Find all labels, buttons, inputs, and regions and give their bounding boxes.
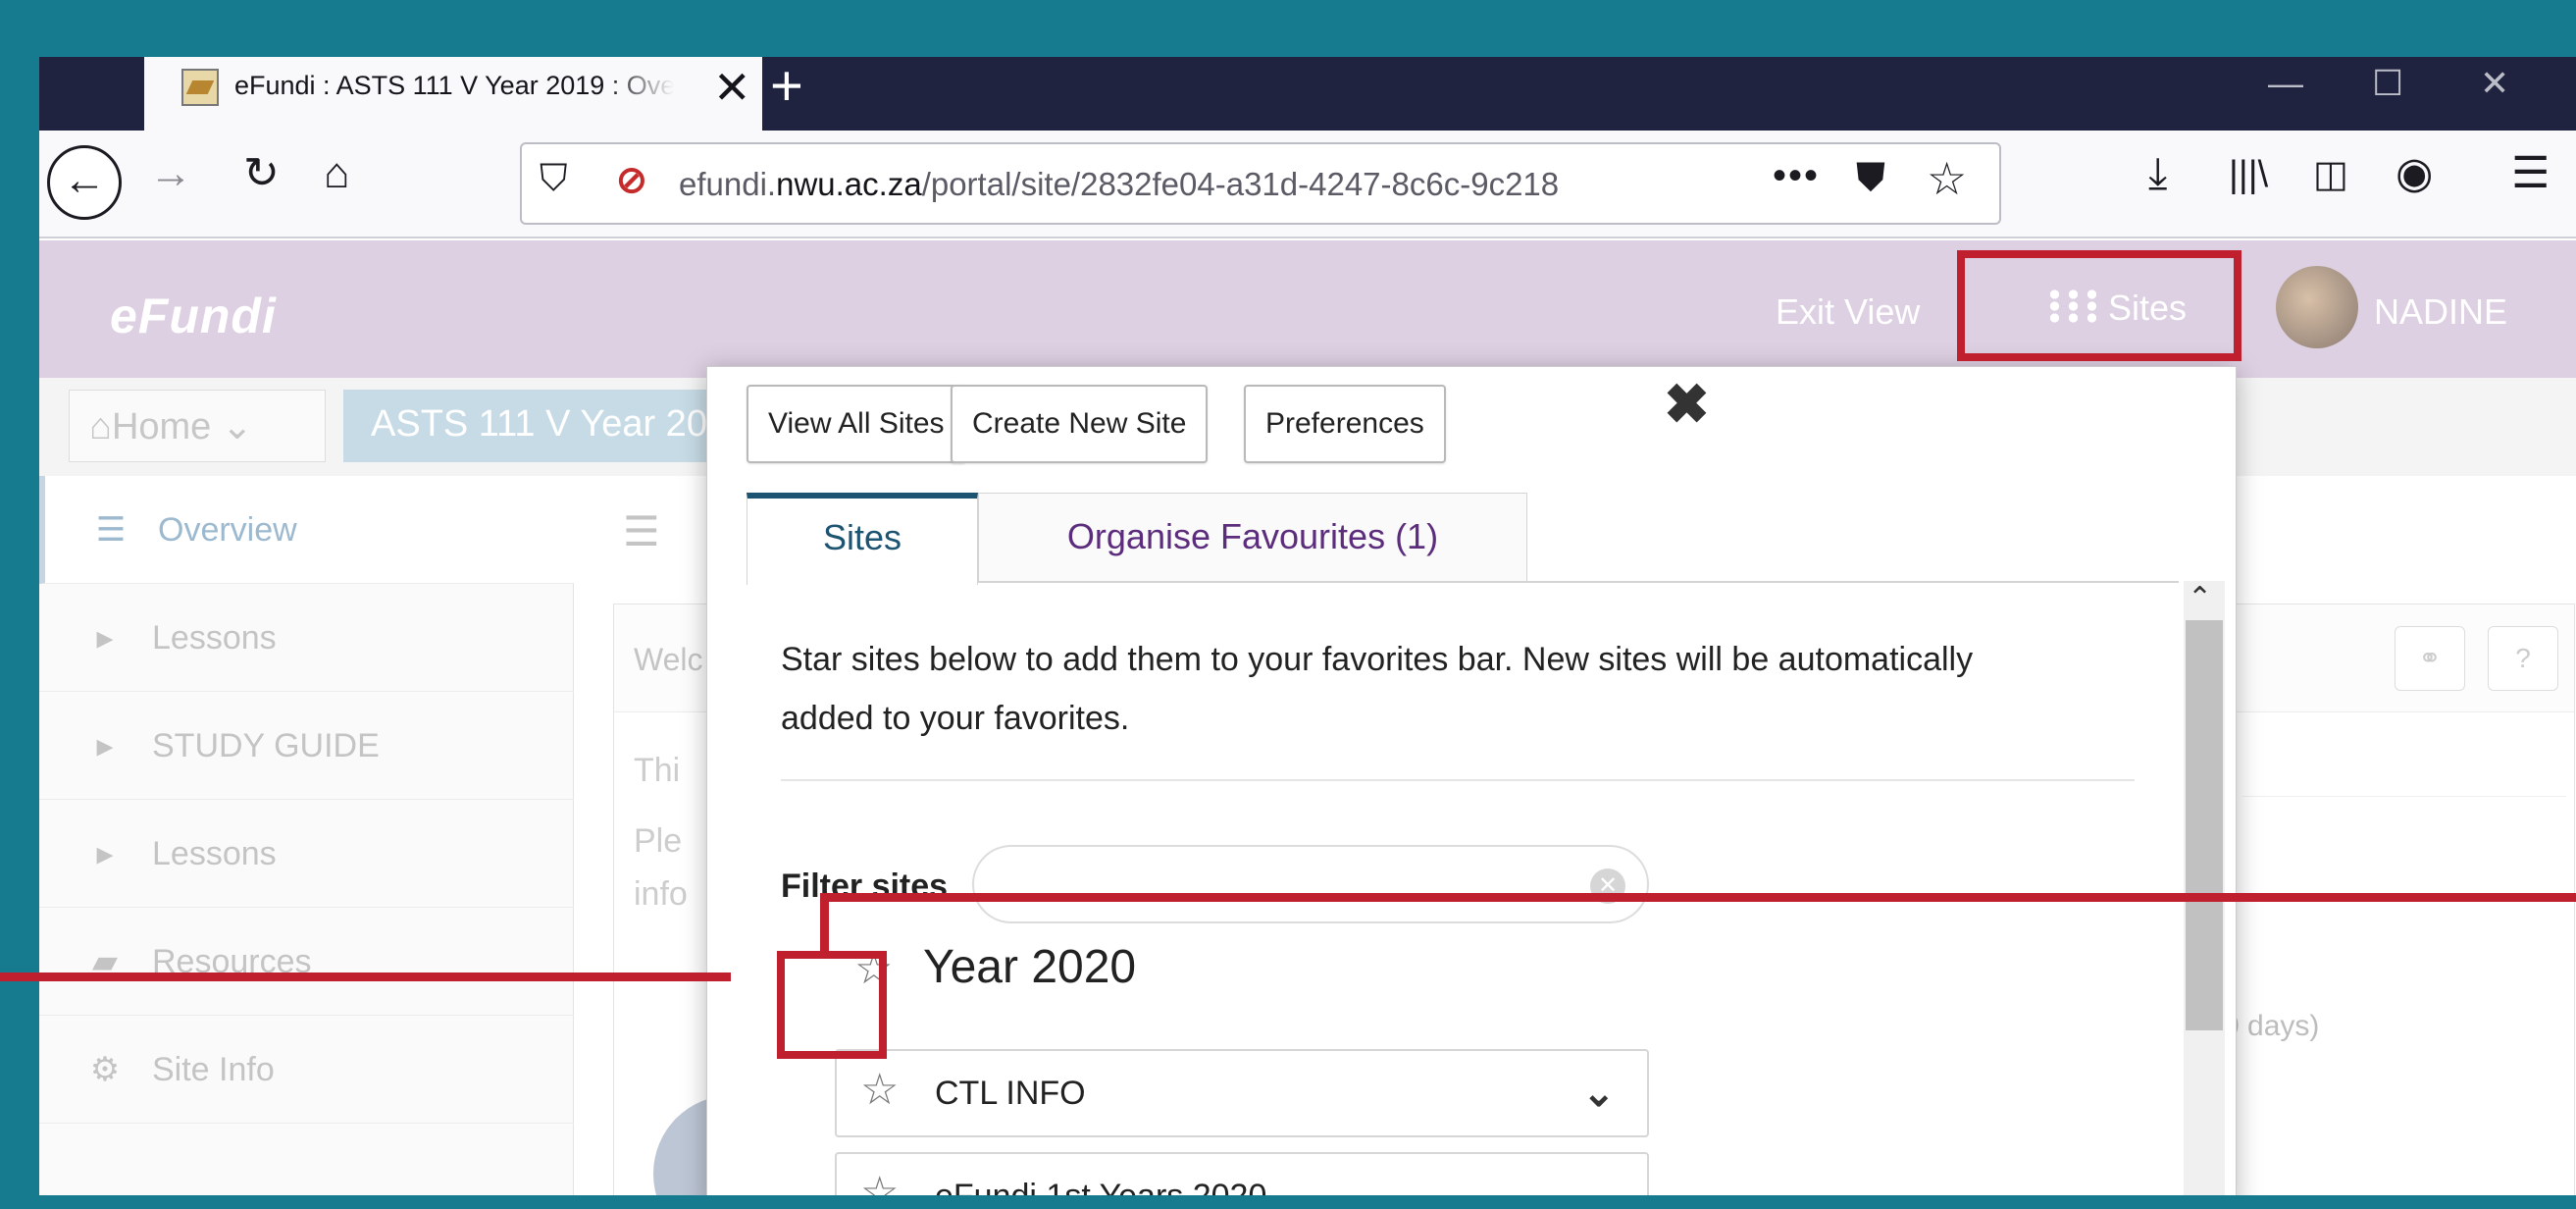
panel-text: Ple [634,822,683,860]
gear-icon: ⚙ [89,1051,121,1088]
browser-window: eFundi : ASTS 111 V Year 2019 : Overview… [39,57,2576,1195]
url-text[interactable]: efundi.nwu.ac.za/portal/site/2832fe04-a3… [679,166,1699,203]
tab-close-icon[interactable]: ✕ [713,61,751,114]
term-heading: Year 2020 [923,941,1137,993]
sites-dropdown: View All Sites Create New Site Preferenc… [706,366,2237,1195]
reload-icon[interactable]: ↻ [243,152,280,195]
navigation-toolbar: ← → ↻ ⌂ ⛉ ⊘ efundi.nwu.ac.za/portal/site… [39,131,2576,238]
address-bar[interactable]: ⛉ ⊘ efundi.nwu.ac.za/portal/site/2832fe0… [520,142,2001,225]
help-icon[interactable]: ? [2488,626,2558,691]
sidebar-item-resources[interactable]: ▰ Resources [39,908,574,1016]
tool-menu: ☰ Overview ▸ Lessons ▸ STUDY GUIDE ▸ Lessons… [39,476,574,1195]
browser-tab[interactable]: eFundi : ASTS 111 V Year 2019 : Overview… [144,57,762,131]
menu-icon[interactable]: ☰ [2511,152,2550,195]
library-icon[interactable]: |||\ [2229,156,2268,193]
divider [781,779,2135,781]
panel-text: info [634,875,688,913]
sidebar-item-lessons[interactable]: ▸ Lessons [39,584,574,692]
home-icon[interactable]: ⌂ [324,152,350,195]
caret-right-icon: ▸ [96,835,114,872]
bookmark-star-icon[interactable]: ☆ [1927,152,1967,205]
page-actions-icon[interactable]: ••• [1773,154,1820,198]
home-icon: ⌂ [89,406,112,447]
user-name[interactable]: NADINE [2374,291,2507,333]
efundi-favicon-icon [181,69,219,106]
site-row[interactable]: ☆ eFundi 1st Years 2020 ⌄ [835,1152,1649,1195]
sites-highlight-box [1957,250,2241,361]
callout-line [820,893,829,954]
tab-strip: eFundi : ASTS 111 V Year 2019 : Overview… [39,57,2576,131]
star-icon[interactable]: ☆ [860,1065,899,1115]
create-new-site-button[interactable]: Create New Site [951,385,1209,463]
favorites-instructions: Star sites below to add them to your fav… [781,641,1974,737]
chevron-down-icon[interactable]: ⌄ [1582,1174,1616,1195]
sidebar-icon[interactable]: ◫ [2313,156,2348,193]
scrollbar-thumb[interactable] [2186,620,2223,1030]
list-icon: ☰ [623,508,660,554]
site-row[interactable]: ☆ CTL INFO ⌄ [835,1049,1649,1137]
forward-icon[interactable]: → [149,152,192,195]
panel-heading: Welc [634,642,703,677]
exit-view-link[interactable]: Exit View [1776,291,1920,333]
sidebar-item-site-info[interactable]: ⚙ Site Info [39,1016,574,1124]
scroll-up-icon[interactable]: ⌃ [2188,581,2212,615]
tab-title: eFundi : ASTS 111 V Year 2019 : Overview [234,71,674,100]
account-icon[interactable]: ◉ [2396,152,2433,195]
star-icon[interactable]: ☆ [860,1168,899,1195]
sidebar-item-study-guide[interactable]: ▸ STUDY GUIDE [39,692,574,800]
sites-tabs: Sites Organise Favourites (1) [747,493,2179,585]
window-close-button[interactable]: ✕ [2480,63,2509,104]
caret-right-icon: ▸ [96,619,114,657]
callout-line [0,972,731,981]
folder-icon: ▰ [91,943,119,980]
days-text: 0 days) [2223,1010,2320,1042]
view-all-sites-button[interactable]: View All Sites [747,385,966,463]
star-highlight-box [777,951,887,1059]
chevron-down-icon[interactable]: ⌄ [1582,1071,1616,1116]
caret-right-icon: ▸ [96,727,114,764]
callout-line [820,893,2576,902]
sidebar-item-lessons-2[interactable]: ▸ Lessons [39,800,574,908]
close-icon[interactable]: ✖ [1664,377,1710,432]
efundi-logo[interactable]: eFundi [110,288,277,344]
maximize-button[interactable]: ☐ [2372,63,2403,104]
link-icon[interactable]: ⚭ [2395,626,2465,691]
back-icon[interactable]: ← [47,145,122,220]
list-icon: ☰ [95,511,127,549]
home-dropdown[interactable]: ⌂Home ⌄ [69,390,326,462]
download-icon[interactable]: ⤓ [2148,152,2167,195]
panel-text: Thi [634,752,681,789]
scrollbar[interactable]: ⌃ [2184,581,2225,1195]
filter-sites-input[interactable] [972,845,1649,923]
preferences-button[interactable]: Preferences [1244,385,1446,463]
sidebar-item-overview[interactable]: ☰ Overview [39,476,574,584]
divider [2242,796,2566,797]
new-tab-button[interactable]: + [770,57,803,119]
site-title[interactable]: eFundi 1st Years 2020 [935,1178,1266,1195]
tab-organise-favourites[interactable]: Organise Favourites (1) [978,493,1527,581]
avatar[interactable] [2276,266,2358,348]
pocket-icon[interactable]: ⛊ [1856,156,1885,200]
minimize-button[interactable]: — [2268,63,2303,104]
site-title[interactable]: CTL INFO [935,1075,1086,1113]
insecure-lock-icon[interactable]: ⊘ [616,158,647,202]
chevron-down-icon: ⌄ [221,406,253,447]
shield-icon[interactable]: ⛉ [540,158,568,200]
tab-sites[interactable]: Sites [747,493,978,585]
